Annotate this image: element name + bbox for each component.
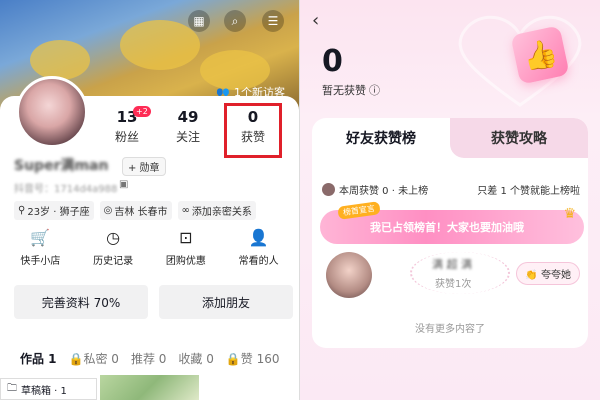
back-arrow-icon[interactable]: ‹ — [312, 10, 319, 31]
week-hint-text: 只差 1 个赞就能上榜啦 — [477, 186, 580, 197]
service-label: 常看的人 — [238, 256, 279, 267]
entry-avatar[interactable] — [326, 252, 372, 298]
qr-code-icon[interactable]: ▣ — [119, 179, 128, 190]
avatar[interactable] — [16, 76, 88, 148]
service-shortcuts: 🛒 快手小店 ◷ 历史记录 ⊡ 团购优惠 👤 常看的人 — [0, 228, 299, 267]
weekly-status-row: 本周获赞 0 · 未上榜 只差 1 个赞就能上榜啦 — [322, 182, 580, 197]
no-likes-text: 暂无获赞 — [322, 84, 366, 97]
service-label: 历史记录 — [93, 256, 134, 267]
tag-label: 23岁 · 狮子座 — [27, 207, 90, 218]
work-thumbnail[interactable] — [100, 375, 199, 400]
search-icon: ⚲ — [18, 205, 26, 216]
coupon-icon: ⊡ — [179, 228, 193, 247]
profile-tags: ⚲ 23岁 · 狮子座 ◎ 吉林 长春市 ∞ 添加亲密关系 — [14, 201, 256, 220]
calendar-icon[interactable]: ▦ — [188, 10, 210, 32]
stat-label: 粉丝 — [114, 130, 139, 144]
banner-foliage — [120, 20, 200, 70]
person-icon: 👤 — [248, 228, 269, 247]
medal-button[interactable]: + 勋章 — [122, 157, 166, 176]
tab-label: 私密 0 — [83, 352, 119, 366]
fans-new-badge: +2 — [133, 106, 151, 117]
service-history[interactable]: ◷ 历史记录 — [83, 228, 143, 267]
stat-number: 49 — [177, 108, 199, 126]
tab-favorites[interactable]: 收藏 0 — [178, 350, 213, 367]
search-icon[interactable]: ⌕ — [224, 10, 246, 32]
add-friend-button[interactable]: 添加朋友 — [159, 285, 293, 319]
leaderboard-tabs: 好友获赞榜 获赞攻略 — [312, 118, 588, 158]
stat-following[interactable]: 49 关注 — [163, 108, 213, 145]
no-more-content: 没有更多内容了 — [415, 324, 485, 335]
clap-icon: 👏 — [525, 270, 538, 281]
crown-icon: ♛ — [563, 206, 576, 222]
tab-label: 赞 160 — [240, 352, 280, 366]
profile-pane: ▦ ⌕ ☰ 👥 1个新访客 13 粉丝 +2 49 关注 0 获赞 Super满… — [0, 0, 299, 400]
tab-recommend[interactable]: 推荐 0 — [131, 350, 166, 367]
entry-name: 满 超 满 — [432, 258, 472, 271]
info-icon[interactable]: ⓘ — [369, 82, 380, 98]
tab-friends-likes[interactable]: 好友获赞榜 — [312, 118, 450, 158]
tag-location[interactable]: ◎ 吉林 长春市 — [99, 201, 172, 220]
service-shop[interactable]: 🛒 快手小店 — [10, 228, 70, 267]
tab-likes-strategy[interactable]: 获赞攻略 — [450, 118, 588, 158]
tag-relationship[interactable]: ∞ 添加亲密关系 — [177, 201, 256, 220]
tab-likes[interactable]: 🔒赞 160 — [226, 350, 280, 367]
tab-works[interactable]: 作品 1 — [20, 350, 57, 367]
location-icon: ◎ — [103, 205, 113, 216]
week-status-text: 本周获赞 0 · 未上榜 — [339, 186, 429, 197]
mini-avatar — [322, 183, 335, 196]
thumbs-up-icon: 👍 — [510, 25, 570, 85]
no-likes-label: 暂无获赞 ⓘ — [322, 82, 380, 98]
drafts-folder[interactable]: 🗀 草稿箱 · 1 — [0, 378, 97, 400]
stat-label: 关注 — [175, 130, 200, 144]
banner-text: 我已占领榜首！大家也要加油哦 — [370, 221, 524, 234]
service-frequent-people[interactable]: 👤 常看的人 — [229, 228, 289, 267]
praise-button[interactable]: 👏 夸夸她 — [516, 262, 580, 285]
likes-pane: ‹ 👍 0 暂无获赞 ⓘ 好友获赞榜 获赞攻略 本周获赞 0 · 未上榜 只差 … — [300, 0, 600, 400]
tag-label: 添加亲密关系 — [191, 207, 252, 218]
menu-icon[interactable]: ☰ — [262, 10, 284, 32]
service-label: 快手小店 — [20, 256, 61, 267]
tab-private[interactable]: 🔒私密 0 — [69, 350, 119, 367]
profile-tabs: 作品 1 🔒私密 0 推荐 0 收藏 0 🔒赞 160 — [20, 350, 280, 367]
likes-highlight-box — [224, 103, 282, 158]
service-label: 团购优惠 — [165, 256, 206, 267]
clock-icon: ◷ — [106, 228, 121, 247]
complete-profile-button[interactable]: 完善资料 70% — [14, 285, 148, 319]
tag-label: 吉林 长春市 — [114, 207, 168, 218]
user-id: 抖音号：1714d4a988 — [14, 184, 118, 195]
leaderboard-entry: 满 超 满 获赞1次 👏 夸夸她 — [320, 248, 584, 308]
drafts-label: 草稿箱 · 1 — [21, 385, 67, 397]
service-group-buy[interactable]: ⊡ 团购优惠 — [156, 228, 216, 267]
praise-label: 夸夸她 — [541, 270, 571, 281]
cart-icon: 🛒 — [30, 228, 51, 247]
entry-likes: 获赞1次 — [435, 279, 472, 290]
folder-icon: 🗀 — [7, 382, 17, 394]
banner-foliage — [30, 40, 90, 80]
likes-count: 0 — [322, 44, 343, 79]
username: Super满man — [14, 158, 109, 174]
tag-age[interactable]: ⚲ 23岁 · 狮子座 — [14, 201, 94, 220]
link-icon: ∞ — [181, 205, 190, 216]
leaderboard-card: 好友获赞榜 获赞攻略 本周获赞 0 · 未上榜 只差 1 个赞就能上榜啦 我已占… — [312, 118, 588, 348]
